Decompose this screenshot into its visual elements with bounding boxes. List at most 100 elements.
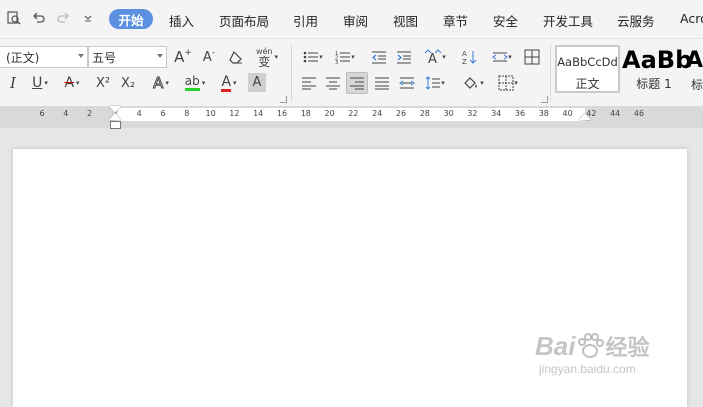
watermark-brand-tail: 经验 bbox=[605, 335, 650, 360]
sort-button[interactable]: AZ bbox=[458, 46, 480, 68]
underline-button[interactable]: U ▾ bbox=[26, 72, 54, 94]
tab-review[interactable]: 审阅 bbox=[343, 11, 368, 30]
tab-home[interactable]: 开始 bbox=[109, 9, 153, 29]
highlight-button[interactable]: ab ▾ bbox=[180, 72, 210, 94]
tab-view[interactable]: 视图 bbox=[393, 11, 418, 30]
align-center-button[interactable] bbox=[322, 72, 344, 94]
tab-chapter[interactable]: 章节 bbox=[443, 11, 468, 30]
subscript-button[interactable]: X₂ bbox=[117, 72, 139, 94]
numbering-button[interactable]: 123 ▾ bbox=[332, 46, 358, 68]
first-line-indent-marker[interactable] bbox=[109, 106, 121, 113]
font-size-select[interactable]: 五号 bbox=[88, 46, 167, 68]
undo-icon[interactable] bbox=[31, 10, 47, 26]
group-separator bbox=[550, 44, 551, 102]
redo-icon[interactable] bbox=[55, 10, 71, 26]
align-right-icon bbox=[350, 77, 364, 90]
chevron-down-icon: ▾ bbox=[165, 79, 169, 87]
ruler-tick-label: 4 bbox=[136, 109, 142, 118]
ruler-tick-label: 30 bbox=[443, 109, 454, 118]
pinyin-char: 变 bbox=[258, 54, 271, 69]
ruler-tick-label: 38 bbox=[538, 109, 549, 118]
shading-button[interactable]: ▾ bbox=[458, 72, 488, 94]
tab-developer[interactable]: 开发工具 bbox=[543, 11, 593, 30]
font-color-button[interactable]: A ▾ bbox=[214, 72, 244, 94]
borders-icon bbox=[498, 75, 514, 91]
borders-button[interactable]: ▾ bbox=[494, 72, 522, 94]
text-direction-icon: A bbox=[424, 49, 442, 65]
ruler-tick-label: 36 bbox=[514, 109, 526, 118]
border-grid-icon bbox=[524, 49, 540, 65]
group-separator bbox=[291, 44, 292, 102]
align-right-button[interactable] bbox=[346, 72, 368, 94]
ruler-tick-label: 4 bbox=[63, 109, 69, 118]
paragraph-dialog-launcher-icon[interactable] bbox=[541, 96, 548, 103]
style-heading-2-preview: A bbox=[686, 48, 703, 73]
bullet-list-icon bbox=[303, 51, 319, 63]
tab-page-layout[interactable]: 页面布局 bbox=[219, 11, 269, 30]
left-indent-marker[interactable] bbox=[110, 121, 121, 129]
italic-icon: I bbox=[10, 74, 16, 92]
style-heading-2-name: 标 bbox=[691, 78, 703, 92]
grow-font-button[interactable]: A + bbox=[172, 46, 194, 68]
bullets-button[interactable]: ▾ bbox=[300, 46, 326, 68]
clear-format-button[interactable] bbox=[225, 46, 247, 68]
ruler-tick-label: 28 bbox=[419, 109, 430, 118]
chevron-down-icon: ▾ bbox=[76, 79, 80, 87]
line-spacing-adjust-button[interactable]: ▾ bbox=[488, 46, 516, 68]
pinyin-guide-button[interactable]: wén 变 ▾ bbox=[252, 46, 282, 68]
chevron-down-icon bbox=[157, 54, 163, 58]
align-center-icon bbox=[326, 77, 340, 90]
align-left-button[interactable] bbox=[298, 72, 320, 94]
chevron-down-icon: ▾ bbox=[508, 53, 512, 61]
justify-button[interactable] bbox=[371, 72, 393, 94]
font-color-icon: A bbox=[221, 73, 232, 92]
line-spacing-button[interactable]: ▾ bbox=[421, 72, 449, 94]
shrink-font-icon: A bbox=[202, 49, 212, 65]
text-effects-button[interactable]: A ▾ bbox=[146, 72, 176, 94]
watermark-url: jingyan.baidu.com bbox=[539, 362, 636, 376]
character-shading-icon: A bbox=[252, 75, 262, 90]
distributed-align-button[interactable] bbox=[396, 72, 418, 94]
hanging-indent-marker[interactable] bbox=[109, 113, 121, 120]
align-left-icon bbox=[302, 77, 316, 90]
style-normal[interactable]: AaBbCcDd 正文 bbox=[555, 45, 620, 93]
show-hide-marks-button[interactable] bbox=[521, 46, 543, 68]
quick-access-dropdown-icon[interactable] bbox=[80, 10, 96, 26]
outdent-icon bbox=[372, 51, 386, 64]
decrease-indent-button[interactable] bbox=[368, 46, 390, 68]
ruler-tick-label: 40 bbox=[562, 109, 573, 118]
style-normal-name: 正文 bbox=[575, 77, 600, 91]
ruler-tick-label: 6 bbox=[160, 109, 166, 118]
strikethrough-button[interactable]: A ▾ bbox=[58, 72, 86, 94]
chevron-down-icon: ▾ bbox=[274, 53, 279, 61]
style-normal-preview: AaBbCcDd bbox=[557, 55, 618, 69]
watermark-brand: Bai bbox=[535, 330, 576, 361]
font-name-value: (正文) bbox=[6, 50, 40, 65]
style-heading-2[interactable]: A 标 bbox=[686, 45, 703, 93]
right-indent-marker[interactable] bbox=[579, 113, 591, 120]
italic-button[interactable]: I bbox=[2, 72, 24, 94]
shrink-font-button[interactable]: A- bbox=[198, 46, 220, 68]
tab-security[interactable]: 安全 bbox=[493, 11, 518, 30]
tab-acrobat[interactable]: Acro bbox=[680, 11, 703, 26]
font-name-select[interactable]: (正文) bbox=[0, 46, 88, 68]
chevron-down-icon: ▾ bbox=[514, 79, 518, 87]
menu-bar: 开始 插入 页面布局 引用 审阅 视图 章节 安全 开发工具 云服务 Acro bbox=[0, 0, 703, 38]
print-preview-icon[interactable] bbox=[6, 10, 22, 26]
chevron-down-icon: ▾ bbox=[233, 79, 237, 87]
increase-indent-button[interactable] bbox=[393, 46, 415, 68]
style-heading-1[interactable]: AaBb 标题 1 bbox=[622, 45, 692, 93]
ruler-tick-label: 32 bbox=[467, 109, 478, 118]
character-shading-button[interactable]: A bbox=[248, 73, 266, 92]
text-effects-icon: A bbox=[153, 74, 164, 93]
tab-references[interactable]: 引用 bbox=[293, 11, 318, 30]
text-direction-button[interactable]: A ▾ bbox=[421, 46, 449, 68]
tab-cloud-service[interactable]: 云服务 bbox=[617, 11, 655, 30]
tab-insert[interactable]: 插入 bbox=[169, 11, 194, 30]
ruler-tick-label: 14 bbox=[253, 109, 264, 118]
ruler-tick-label: 22 bbox=[348, 109, 359, 118]
chevron-down-icon: ▾ bbox=[44, 79, 48, 87]
font-dialog-launcher-icon[interactable] bbox=[280, 96, 287, 103]
style-heading-1-name: 标题 1 bbox=[636, 77, 672, 91]
superscript-button[interactable]: X² bbox=[92, 72, 114, 94]
